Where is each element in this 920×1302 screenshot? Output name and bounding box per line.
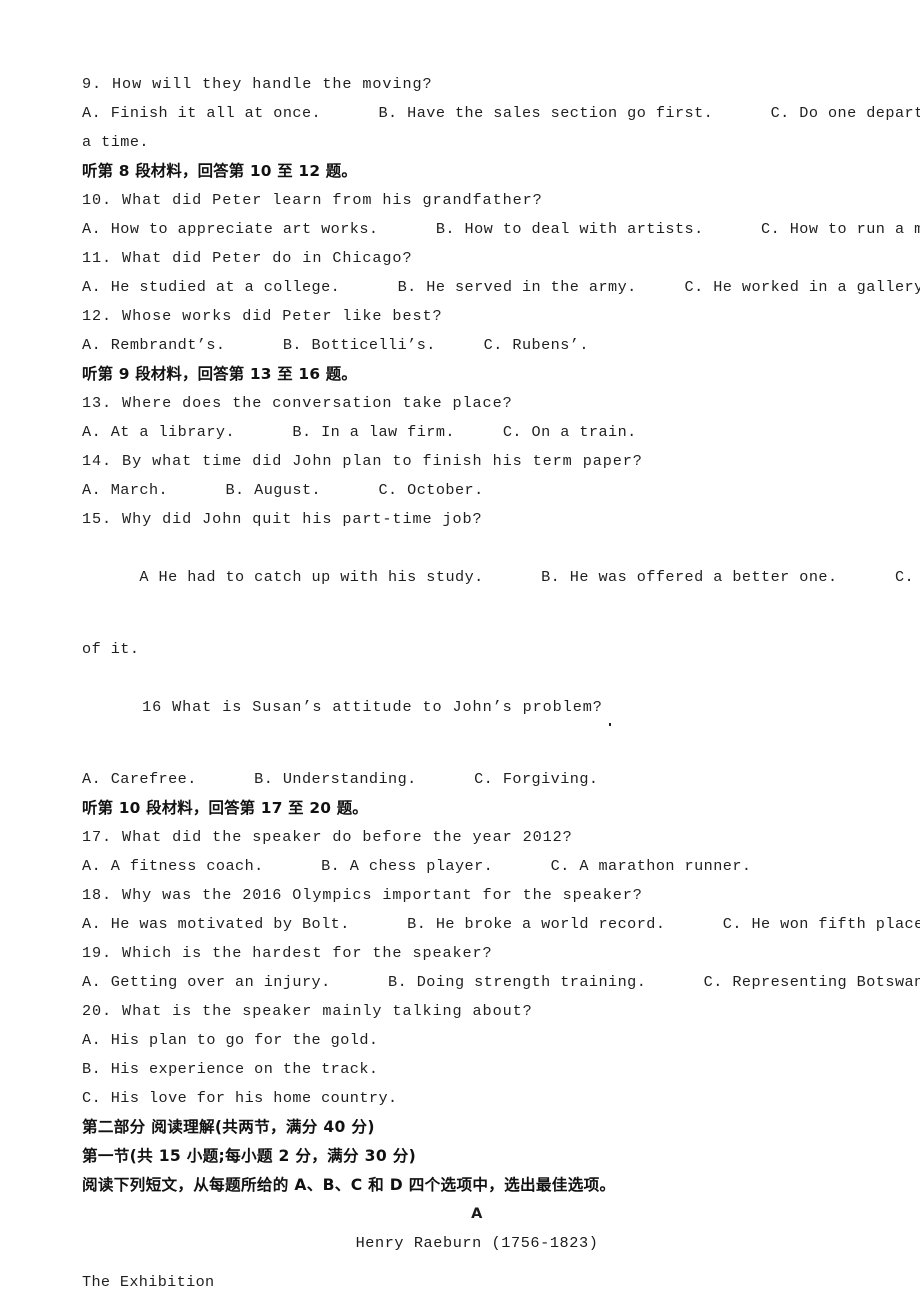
question-16-options: A. Carefree. B. Understanding. C. Forgiv… (82, 770, 599, 788)
question-11-options: A. He studied at a college. B. He served… (82, 278, 920, 296)
listening-section-9-heading: 听第 9 段材料，回答第 13 至 16 题。 (82, 365, 357, 383)
passage-label: A (471, 1206, 483, 1222)
question-19-stem: 19. Which is the hardest for the speaker… (82, 944, 493, 962)
question-17-options: A. A fitness coach. B. A chess player. C… (82, 857, 752, 875)
question-12-stem: 12. Whose works did Peter like best? (82, 307, 443, 325)
question-15-stem: 15. Why did John quit his part-time job? (82, 510, 483, 528)
question-12-options: A. Rembrandt’s. B. Botticelli’s. C. Rube… (82, 336, 589, 354)
question-18-stem: 18. Why was the 2016 Olympics important … (82, 886, 643, 904)
question-18-options: A. He was motivated by Bolt. B. He broke… (82, 915, 920, 933)
passage-subheading: The Exhibition (82, 1273, 215, 1291)
question-14-stem: 14. By what time did John plan to finish… (82, 452, 643, 470)
section-one-heading: 第一节(共 15 小题;每小题 2 分，满分 30 分) (82, 1147, 417, 1165)
question-11-stem: 11. What did Peter do in Chicago? (82, 249, 413, 267)
question-10-stem: 10. What did Peter learn from his grandf… (82, 191, 543, 209)
question-15-options-wrap: of it. (82, 640, 140, 658)
question-10-options: A. How to appreciate art works. B. How t… (82, 220, 920, 238)
passage-title: Henry Raeburn (1756-1823) (355, 1234, 599, 1252)
part-two-heading: 第二部分 阅读理解(共两节，满分 40 分) (82, 1118, 375, 1136)
question-13-options: A. At a library. B. In a law firm. C. On… (82, 423, 637, 441)
question-20-option-b: B. His experience on the track. (82, 1060, 379, 1078)
question-20-stem: 20. What is the speaker mainly talking a… (82, 1002, 533, 1020)
question-17-stem: 17. What did the speaker do before the y… (82, 828, 573, 846)
listening-section-10-heading: 听第 10 段材料，回答第 17 至 20 题。 (82, 799, 368, 817)
listening-section-8-heading: 听第 8 段材料，回答第 10 至 12 题。 (82, 162, 357, 180)
question-9-options: A. Finish it all at once. B. Have the sa… (82, 104, 920, 122)
question-16-stem: 16 What is Susan’s attitude to John’s pr… (82, 664, 872, 751)
question-9-stem: 9. How will they handle the moving? (82, 75, 433, 93)
page-content: 9. How will they handle the moving? A. F… (82, 70, 920, 1297)
question-19-options: A. Getting over an injury. B. Doing stre… (82, 973, 920, 991)
question-15-options: A He had to catch up with his study. B. … (82, 534, 913, 621)
question-9-options-wrap: a time. (82, 133, 149, 151)
section-one-instruction: 阅读下列短文，从每题所给的 A、B、C 和 D 四个选项中，选出最佳选项。 (82, 1176, 616, 1194)
exam-page: 9. How will they handle the moving? A. F… (0, 0, 920, 1302)
passage-spacer (82, 1258, 872, 1268)
question-16-stem-text: 16 What is Susan’s attitude to John’s pr… (142, 698, 603, 716)
question-20-option-c: C. His love for his home country. (82, 1089, 398, 1107)
question-20-option-a: A. His plan to go for the gold. (82, 1031, 379, 1049)
question-14-options: A. March. B. August. C. October. (82, 481, 484, 499)
question-13-stem: 13. Where does the conversation take pla… (82, 394, 513, 412)
question-15-options-text: A He had to catch up with his study. B. … (139, 568, 915, 586)
